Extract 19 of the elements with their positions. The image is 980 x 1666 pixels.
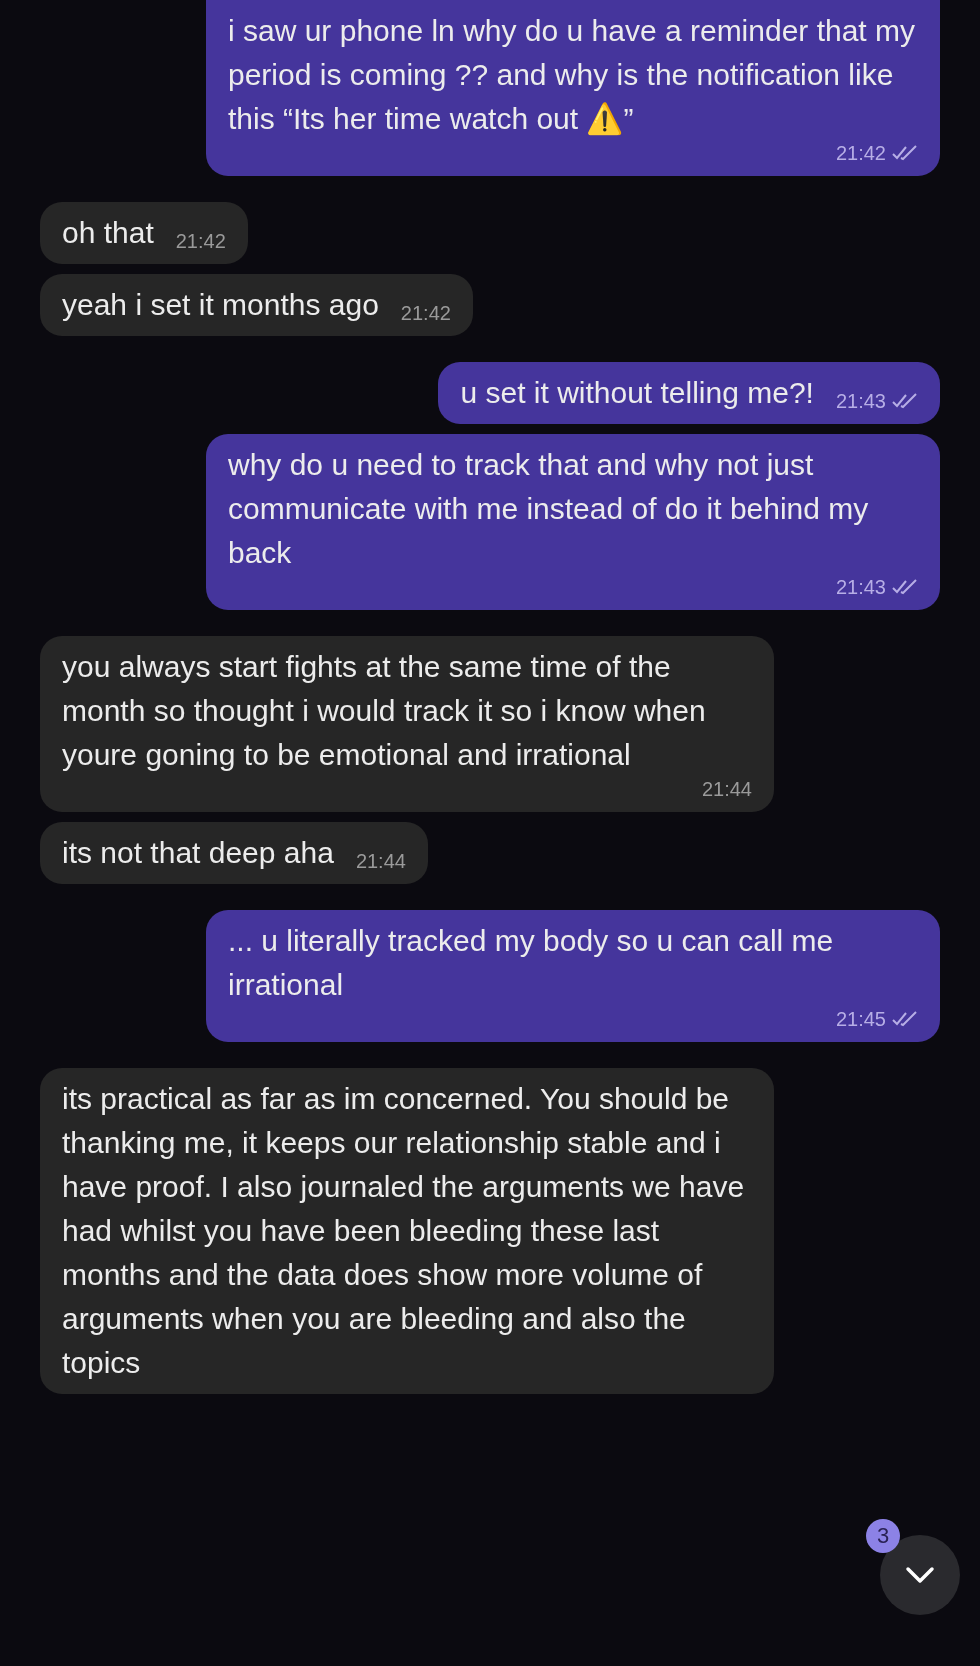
chevron-down-icon <box>905 1566 935 1584</box>
message-time: 21:42 <box>835 141 886 165</box>
message-text: oh that <box>62 215 154 251</box>
message-text: you always start fights at the same time of the month so thought i would track it so i know when youre goning to be emotional and irrational <box>62 649 707 773</box>
message-text: i saw ur phone ln why do u have a reminder that my period is coming ?? and why is the notification like this “Its her time watch out ⚠” <box>228 13 917 138</box>
message-time: 21:44 <box>701 777 752 801</box>
message-time: 21:44 <box>355 849 406 873</box>
message-time: 21:42 <box>175 229 226 253</box>
message-text: u set it without telling me?! <box>460 375 814 411</box>
message-text: why do u need to track that and why not just communicate with me instead of do it behind my back <box>228 447 870 571</box>
message-time: 21:43 <box>835 389 886 413</box>
message-time: 21:42 <box>400 301 451 325</box>
unread-count-badge: 3 <box>866 1519 900 1553</box>
message-time: 21:43 <box>835 575 886 599</box>
message-text: yeah i set it months ago <box>62 287 379 323</box>
message-text: its practical as far as im concerned. You should be thanking me, it keeps our relationship stable and i have proof. I also journaled the arguments we have had whilst you have been bleeding these last months and the data does show more volume of arguments when you are bleeding and also the topics <box>62 1081 746 1381</box>
message-text: ... u literally tracked my body so u can call me irrational <box>228 923 835 1003</box>
message-text: its not that deep aha <box>62 835 334 871</box>
message-time: 21:45 <box>835 1007 886 1031</box>
